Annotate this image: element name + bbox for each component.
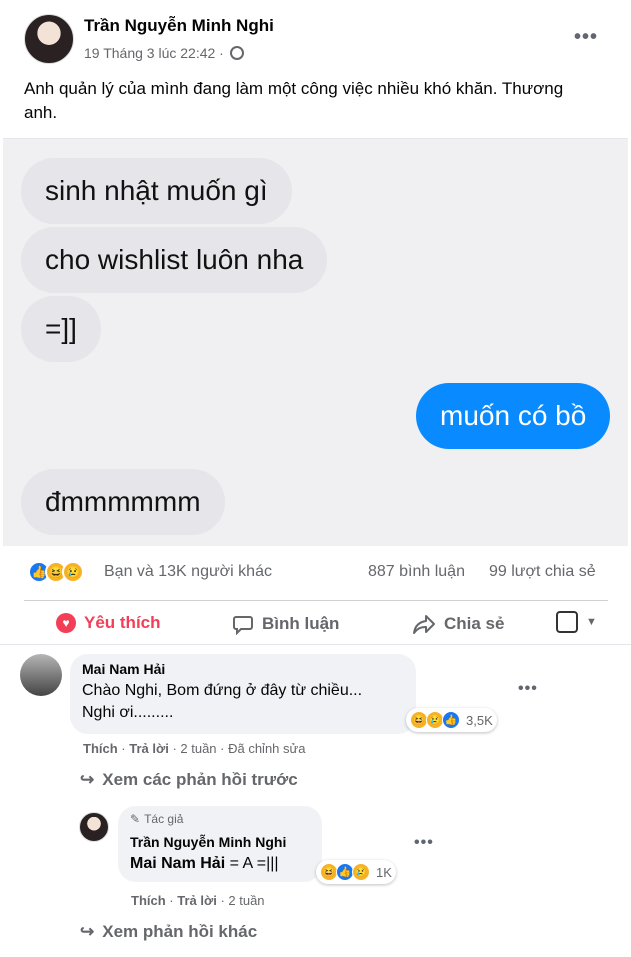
sad-reaction-icon: 😢 — [62, 561, 84, 583]
post-time-text[interactable]: 19 Tháng 3 lúc 22:42 · — [84, 45, 224, 61]
chat-screenshot: sinh nhật muốn gì cho wishlist luôn nha … — [3, 138, 628, 546]
action-bar: ♥ Yêu thích Bình luận Chia sẻ ▼ — [24, 600, 608, 645]
heart-icon: ♥ — [56, 613, 76, 633]
reply-reaction-count: 1K — [376, 864, 392, 880]
view-previous-replies[interactable]: ↪ Xem các phản hồi trước — [80, 770, 298, 790]
comment-bubble: Mai Nam Hải Chào Nghi, Bom đứng ở đây từ… — [70, 654, 416, 734]
reply-author-name[interactable]: Trần Nguyễn Minh Nghi — [130, 834, 310, 850]
reply-mention[interactable]: Mai Nam Hải — [130, 855, 225, 872]
chat-message-sent: muốn có bồ — [416, 383, 611, 449]
view-more-replies[interactable]: ↪ Xem phản hồi khác — [80, 922, 257, 942]
chat-message: đmmmmmm — [21, 469, 225, 535]
share-label: Chia sẻ — [444, 614, 505, 633]
post-card: Trần Nguyễn Minh Nghi 19 Tháng 3 lúc 22:… — [0, 0, 631, 645]
reply-text-body: = A =||| — [225, 855, 279, 872]
share-count[interactable]: 99 lượt chia sẻ — [489, 563, 596, 581]
comment-reply-button[interactable]: Trả lời — [129, 741, 169, 756]
author-badge-label: Tác giả — [144, 812, 184, 826]
comment-label: Bình luận — [262, 614, 340, 633]
reply-reply-button[interactable]: Trả lời — [177, 893, 217, 908]
comment-reactions[interactable]: 😆 😢 👍 3,5K — [406, 708, 497, 732]
view-previous-label: Xem các phản hồi trước — [102, 770, 298, 789]
reactions-summary[interactable]: Bạn và 13K người khác — [104, 563, 272, 581]
view-more-label: Xem phản hồi khác — [102, 922, 258, 941]
chat-message: cho wishlist luôn nha — [21, 227, 328, 293]
post-stats: 👍 😆 😢 Bạn và 13K người khác 887 bình luậ… — [0, 555, 631, 595]
like-label: Yêu thích — [84, 613, 161, 632]
chat-message: sinh nhật muốn gì — [21, 158, 292, 224]
reply-more-icon[interactable]: ••• — [414, 834, 434, 852]
reply-reactions[interactable]: 😆 👍 😢 1K — [316, 860, 396, 884]
comment-more-icon[interactable]: ••• — [518, 680, 538, 698]
sad-reaction-icon: 😢 — [352, 863, 370, 881]
reply-time: · 2 tuần — [220, 893, 265, 908]
like-button[interactable]: ♥ Yêu thích — [56, 613, 161, 633]
comment-time: · 2 tuần · Đã chỉnh sửa — [172, 741, 306, 756]
comment-like-button[interactable]: Thích — [83, 741, 118, 756]
comment-text-line2: Nghi ơi......... — [82, 704, 174, 721]
qr-icon — [556, 611, 578, 633]
like-reaction-icon: 👍 — [442, 711, 460, 729]
comment-meta: Thích · Trả lời · 2 tuần · Đã chỉnh sửa — [83, 741, 306, 756]
author-name[interactable]: Trần Nguyễn Minh Nghi — [84, 16, 274, 36]
comment-reaction-count: 3,5K — [466, 712, 493, 728]
more-icon[interactable]: ••• — [574, 26, 598, 49]
pencil-icon: ✎ — [130, 812, 141, 826]
reply-bubble: ✎ Tác giả Trần Nguyễn Minh Nghi Mai Nam … — [118, 806, 322, 882]
comment-button[interactable]: Bình luận — [232, 613, 339, 635]
reply-arrow-icon: ↪ — [80, 922, 95, 941]
reply-author-avatar[interactable] — [79, 812, 109, 842]
reply-like-button[interactable]: Thích — [131, 893, 166, 908]
globe-icon — [229, 46, 244, 60]
author-avatar[interactable] — [24, 14, 74, 64]
chat-message: =]] — [21, 296, 101, 362]
post-time: 19 Tháng 3 lúc 22:42 · — [84, 45, 244, 61]
audience-selector[interactable]: ▼ — [556, 611, 597, 633]
reply-text: Mai Nam Hải = A =||| — [130, 853, 310, 875]
reaction-icons[interactable]: 👍 😆 😢 — [28, 561, 84, 583]
commenter-name[interactable]: Mai Nam Hải — [82, 661, 404, 677]
comment-count[interactable]: 887 bình luận — [368, 563, 465, 581]
comment-icon — [233, 616, 253, 635]
share-button[interactable]: Chia sẻ — [412, 613, 504, 635]
comment-text-line1: Chào Nghi, Bom đứng ở đây từ chiều... — [82, 682, 363, 699]
commenter-avatar[interactable] — [20, 654, 62, 696]
post-caption: Anh quản lý của mình đang làm một công v… — [24, 79, 564, 122]
share-icon — [413, 615, 435, 634]
author-badge: ✎ Tác giả — [130, 812, 310, 826]
chevron-down-icon: ▼ — [586, 616, 597, 628]
reply-meta: Thích · Trả lời · 2 tuần — [131, 893, 265, 908]
reply-arrow-icon: ↪ — [80, 770, 95, 789]
